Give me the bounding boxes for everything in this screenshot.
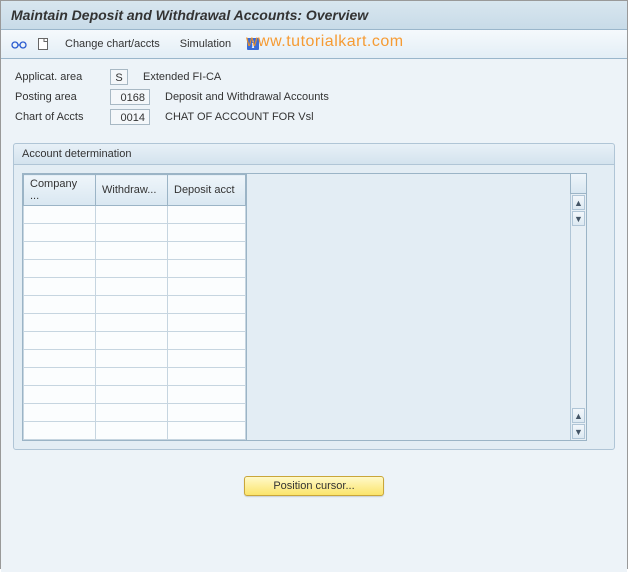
table-cell[interactable] [24,260,96,278]
table-cell[interactable] [24,404,96,422]
table-row[interactable] [24,242,246,260]
applicat-area-field[interactable]: S [110,69,128,85]
table-row[interactable] [24,314,246,332]
applicat-area-label: Applicat. area [15,71,110,83]
table-row[interactable] [24,206,246,224]
table-empty-area: ▲ ▼ ▲ ▼ [247,173,587,441]
window-title: Maintain Deposit and Withdrawal Accounts… [1,1,627,30]
table-cell[interactable] [96,278,168,296]
table-cell[interactable] [24,314,96,332]
column-header-deposit[interactable]: Deposit acct [168,175,246,206]
table-cell[interactable] [24,296,96,314]
table-row[interactable] [24,296,246,314]
table-row[interactable] [24,404,246,422]
position-cursor-button[interactable]: Position cursor... [244,476,383,496]
table-cell[interactable] [168,386,246,404]
info-icon[interactable]: i [243,34,263,54]
table-row[interactable] [24,224,246,242]
table-cell[interactable] [96,206,168,224]
table-cell[interactable] [96,368,168,386]
chart-of-accts-desc: CHAT OF ACCOUNT FOR Vsl [165,111,314,123]
vertical-scrollbar[interactable]: ▲ ▼ ▲ ▼ [570,194,586,440]
table-row[interactable] [24,332,246,350]
table-cell[interactable] [96,242,168,260]
table-cell[interactable] [96,350,168,368]
chart-of-accts-field[interactable]: 0014 [110,109,150,125]
column-header-withdraw[interactable]: Withdraw... [96,175,168,206]
table-cell[interactable] [24,332,96,350]
simulation-button[interactable]: Simulation [172,36,239,52]
table-cell[interactable] [24,368,96,386]
table-cell[interactable] [96,404,168,422]
table-cell[interactable] [168,206,246,224]
table-cell[interactable] [168,350,246,368]
scroll-up2-icon[interactable]: ▲ [572,408,585,423]
table-cell[interactable] [168,260,246,278]
panel-title: Account determination [14,144,614,165]
table-cell[interactable] [168,242,246,260]
table-cell[interactable] [168,332,246,350]
form-area: Applicat. area S Extended FI-CA Posting … [1,59,627,135]
table-row[interactable] [24,386,246,404]
toolbar: Change chart/accts Simulation i www.tuto… [1,30,627,59]
table-cell[interactable] [24,224,96,242]
scroll-up-icon[interactable]: ▲ [572,195,585,210]
scroll-down-icon[interactable]: ▼ [572,211,585,226]
table-cell[interactable] [168,314,246,332]
table-cell[interactable] [96,260,168,278]
posting-area-label: Posting area [15,91,110,103]
account-determination-panel: Account determination Company ... Withdr… [13,143,615,450]
table-cell[interactable] [168,278,246,296]
table-cell[interactable] [96,224,168,242]
table-cell[interactable] [24,422,96,440]
table-cell[interactable] [96,386,168,404]
table-row[interactable] [24,368,246,386]
scroll-down2-icon[interactable]: ▼ [572,424,585,439]
table-cell[interactable] [96,422,168,440]
table-cell[interactable] [96,296,168,314]
svg-text:i: i [252,40,255,51]
posting-area-desc: Deposit and Withdrawal Accounts [165,91,329,103]
table-cell[interactable] [168,404,246,422]
change-chart-accts-button[interactable]: Change chart/accts [57,36,168,52]
table-cell[interactable] [96,314,168,332]
table-row[interactable] [24,350,246,368]
table-cell[interactable] [24,242,96,260]
table-cell[interactable] [168,368,246,386]
glasses-icon[interactable] [9,34,29,54]
account-table[interactable]: Company ... Withdraw... Deposit acct [22,173,247,441]
table-cell[interactable] [96,332,168,350]
table-cell[interactable] [168,296,246,314]
new-page-icon[interactable] [33,34,53,54]
table-cell[interactable] [24,278,96,296]
table-cell[interactable] [168,224,246,242]
applicat-area-desc: Extended FI-CA [143,71,221,83]
table-row[interactable] [24,422,246,440]
table-cell[interactable] [24,206,96,224]
column-header-company[interactable]: Company ... [24,175,96,206]
table-cell[interactable] [24,386,96,404]
table-cell[interactable] [168,422,246,440]
chart-of-accts-label: Chart of Accts [15,111,110,123]
table-row[interactable] [24,278,246,296]
footer: Position cursor... [1,458,627,506]
posting-area-field[interactable]: 0168 [110,89,150,105]
scroll-corner [570,174,586,194]
watermark-text: www.tutorialkart.com [246,33,404,51]
table-cell[interactable] [24,350,96,368]
table-row[interactable] [24,260,246,278]
